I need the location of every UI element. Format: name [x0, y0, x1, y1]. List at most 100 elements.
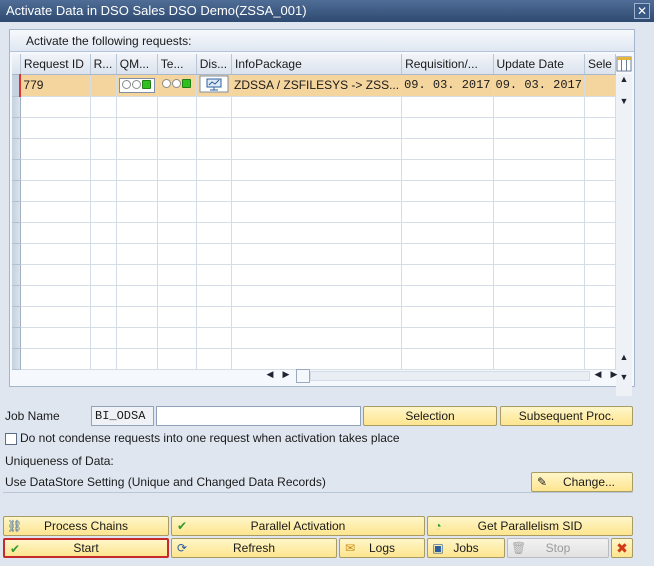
refresh-label: Refresh: [232, 541, 276, 555]
uniqueness-setting: Use DataStore Setting (Unique and Change…: [5, 475, 326, 489]
row-selector[interactable]: [12, 74, 21, 97]
condense-checkbox[interactable]: [5, 433, 17, 445]
col-r[interactable]: R...: [90, 54, 117, 75]
col-sele[interactable]: Sele: [584, 54, 616, 75]
col-infopackage[interactable]: InfoPackage: [231, 54, 403, 75]
job-name-input[interactable]: [156, 406, 361, 426]
scroll-right-small-icon[interactable]: ▶: [278, 369, 294, 380]
jobs-button[interactable]: ▣ Jobs: [427, 538, 505, 558]
logs-label: Logs: [368, 541, 396, 555]
scroll-left-icon[interactable]: ◀: [262, 369, 278, 380]
trash-icon: 🗑: [511, 541, 527, 555]
row-selector[interactable]: [12, 348, 21, 370]
table-row[interactable]: [12, 285, 616, 307]
r-cell: [90, 74, 117, 97]
requests-panel: Activate the following requests: Request…: [9, 29, 635, 396]
table-row[interactable]: [12, 348, 616, 370]
te-status-cell[interactable]: [157, 74, 197, 97]
table-row[interactable]: [12, 306, 616, 328]
scroll-page-left-icon[interactable]: ◀: [590, 369, 606, 380]
execute-check-icon: ✔: [9, 542, 21, 556]
sele-cell[interactable]: [584, 74, 616, 97]
scroll-track[interactable]: [310, 371, 590, 381]
table-row[interactable]: [12, 201, 616, 223]
table-row[interactable]: [12, 264, 616, 286]
requisition-cell[interactable]: 09. 03. 2017: [401, 74, 494, 97]
row-selector[interactable]: [12, 222, 21, 244]
col-dis[interactable]: Dis...: [196, 54, 233, 75]
scroll-page-up-icon[interactable]: ▲: [616, 352, 632, 362]
infopackage-cell[interactable]: ZDSSA / ZSFILESYS -> ZSS...: [231, 74, 403, 97]
parallel-activation-label: Parallel Activation: [250, 519, 346, 533]
qm-status-cell[interactable]: [116, 74, 158, 97]
row-selector[interactable]: [12, 138, 21, 160]
row-selector[interactable]: [12, 243, 21, 265]
scroll-thumb[interactable]: [296, 369, 310, 383]
col-qm[interactable]: QM...: [116, 54, 158, 75]
row-selector[interactable]: [12, 180, 21, 202]
table-row[interactable]: [12, 222, 616, 244]
requests-grid: Request ID R... QM... Te... Dis... InfoP…: [12, 54, 616, 370]
vertical-scrollbar[interactable]: ▲ ▼ ▲ ▼: [616, 74, 632, 396]
refresh-icon: ⟳: [176, 541, 188, 555]
job-name-label: Job Name: [5, 409, 60, 423]
logs-button[interactable]: ✉ Logs: [339, 538, 425, 558]
table-row[interactable]: [12, 96, 616, 118]
request-id-cell[interactable]: 779: [19, 74, 91, 97]
table-row[interactable]: [12, 327, 616, 349]
jobs-icon: ▣: [432, 541, 444, 555]
table-row[interactable]: [12, 117, 616, 139]
row-selector[interactable]: [12, 285, 21, 307]
refresh-button[interactable]: ⟳ Refresh: [171, 538, 337, 558]
parallel-activation-button[interactable]: ✔ Parallel Activation: [171, 516, 425, 536]
row-selector[interactable]: [12, 327, 21, 349]
stop-label: Stop: [545, 541, 571, 555]
uniqueness-label: Uniqueness of Data:: [5, 454, 114, 468]
change-button[interactable]: ✎ Change...: [531, 472, 633, 492]
requests-table: Request ID R... QM... Te... Dis... InfoP…: [12, 54, 616, 370]
process-chains-button[interactable]: ⛓ Process Chains: [3, 516, 169, 536]
start-button[interactable]: ✔ Start: [3, 538, 169, 558]
traffic-light-icon[interactable]: [160, 78, 194, 93]
col-requisition[interactable]: Requisition/...: [401, 54, 494, 75]
col-update-date[interactable]: Update Date: [493, 54, 585, 75]
get-parallelism-button[interactable]: ◔ Get Parallelism SID: [427, 516, 633, 536]
condense-label: Do not condense requests into one reques…: [20, 431, 400, 445]
log-scroll-icon: ✉: [344, 541, 356, 555]
change-label: Change...: [562, 475, 616, 489]
window-titlebar: Activate Data in DSO Sales DSO Demo(ZSSA…: [0, 0, 654, 22]
monitor-icon[interactable]: [199, 75, 229, 93]
display-cell[interactable]: [196, 74, 233, 97]
table-row[interactable]: [12, 159, 616, 181]
traffic-light-icon[interactable]: [118, 77, 155, 93]
scroll-up-icon[interactable]: ▲: [616, 74, 632, 84]
cancel-button[interactable]: ✖: [611, 538, 633, 558]
table-row[interactable]: [12, 138, 616, 160]
table-row[interactable]: 779 ZDSSA / ZSFILESYS -> ZSS... 09. 03. …: [12, 74, 616, 97]
row-selector[interactable]: [12, 264, 21, 286]
row-selector-header[interactable]: [12, 54, 21, 75]
stop-button: 🗑 Stop: [507, 538, 609, 558]
col-te[interactable]: Te...: [157, 54, 197, 75]
subsequent-proc-button[interactable]: Subsequent Proc.: [500, 406, 633, 426]
selection-button[interactable]: Selection: [363, 406, 497, 426]
close-icon[interactable]: ✕: [634, 3, 650, 19]
check-clock-icon: ◔: [434, 519, 442, 533]
column-layout-icon[interactable]: [616, 55, 632, 73]
row-selector[interactable]: [12, 96, 21, 118]
table-row[interactable]: [12, 243, 616, 265]
row-selector[interactable]: [12, 201, 21, 223]
row-selector[interactable]: [12, 117, 21, 139]
row-selector[interactable]: [12, 306, 21, 328]
row-selector[interactable]: [12, 159, 21, 181]
scroll-page-right-icon[interactable]: ▶: [606, 369, 622, 380]
jobs-label: Jobs: [453, 541, 479, 555]
scroll-down-icon[interactable]: ▼: [616, 96, 632, 106]
table-header-row: Request ID R... QM... Te... Dis... InfoP…: [12, 54, 616, 75]
table-row[interactable]: [12, 180, 616, 202]
get-parallelism-label: Get Parallelism SID: [477, 519, 583, 533]
chain-icon: ⛓: [7, 519, 23, 533]
horizontal-scrollbar[interactable]: ◀ ▶ ◀ ▶: [262, 368, 622, 384]
update-date-cell[interactable]: 09. 03. 2017: [493, 74, 585, 97]
col-request-id[interactable]: Request ID: [20, 54, 91, 75]
